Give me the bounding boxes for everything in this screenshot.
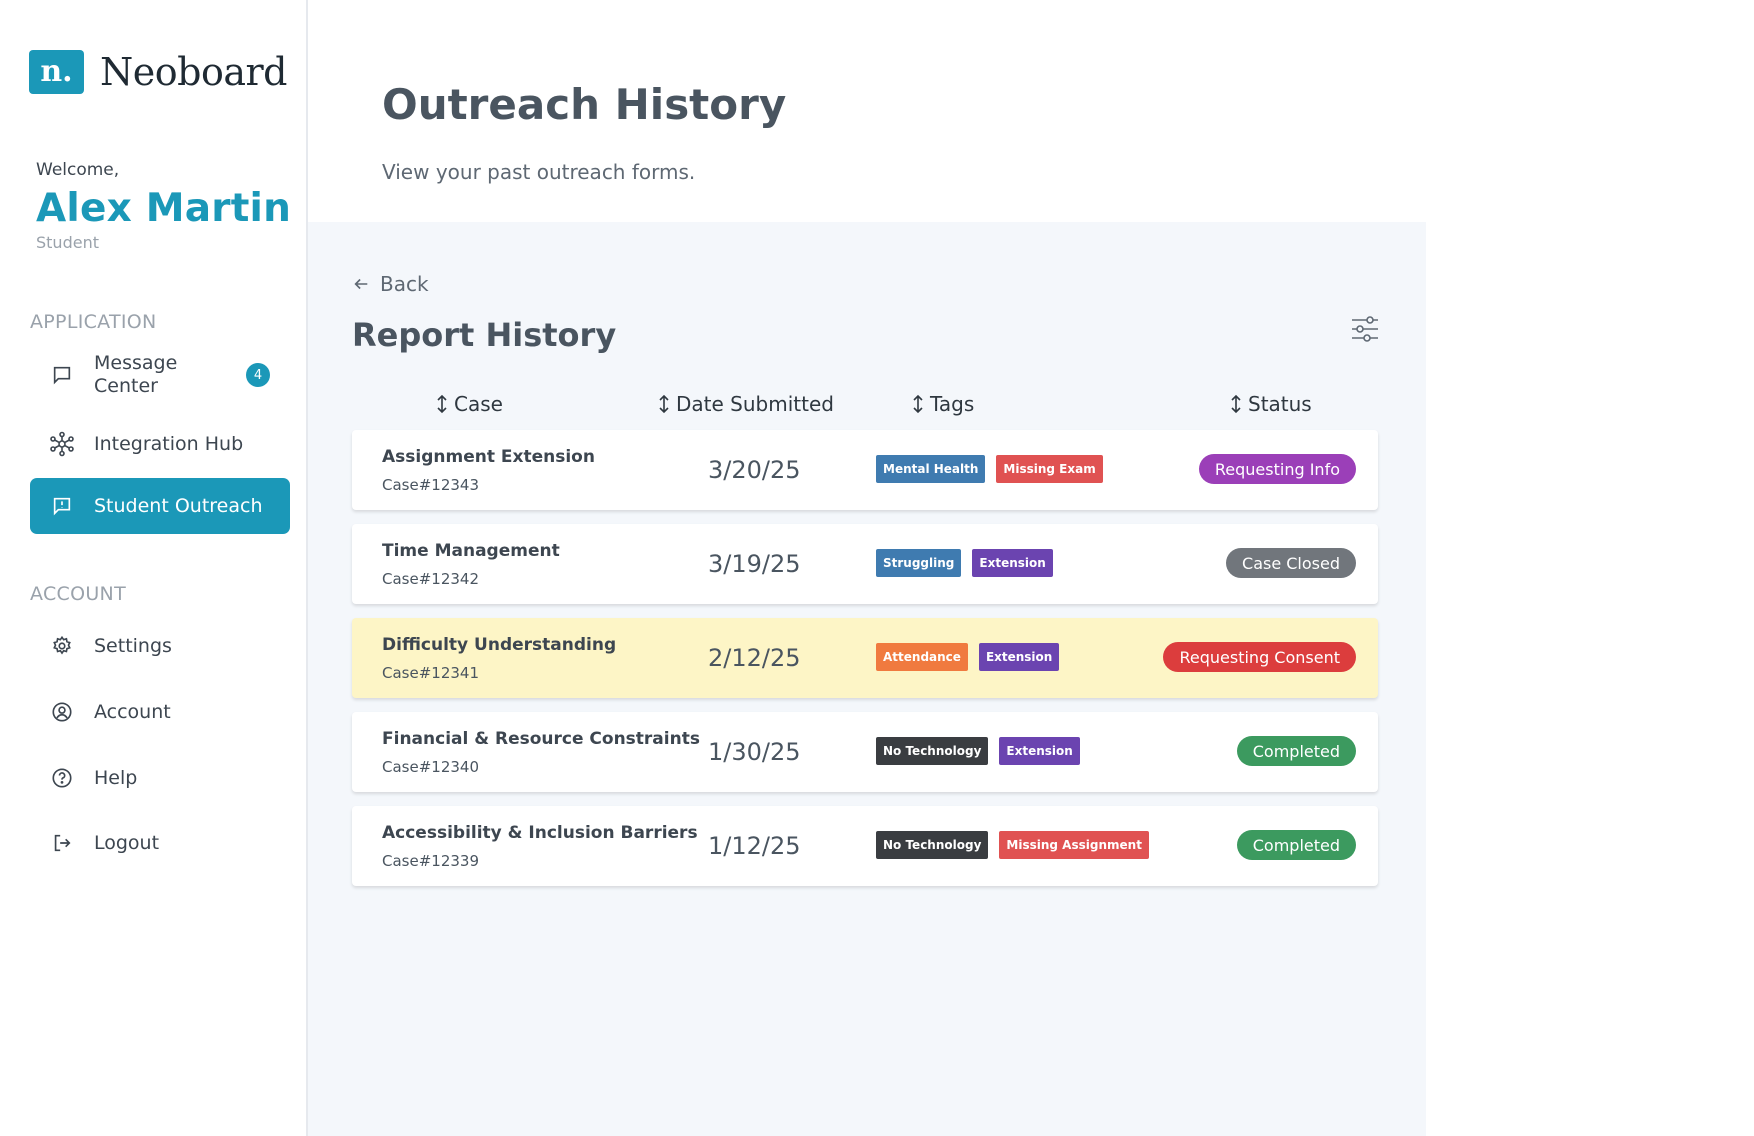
case-id: Case#12339 bbox=[382, 852, 479, 870]
tag-list: Mental Health Missing Exam bbox=[876, 455, 1114, 483]
table-row[interactable]: Time Management Case#12342 3/19/25 Strug… bbox=[352, 524, 1378, 604]
report-icon bbox=[30, 495, 94, 517]
tag-list: No Technology Extension bbox=[876, 737, 1091, 765]
case-id: Case#12342 bbox=[382, 570, 479, 588]
case-title: Financial & Resource Constraints bbox=[382, 729, 700, 749]
sort-icon bbox=[1231, 394, 1241, 414]
page-header: Outreach History View your past outreach… bbox=[308, 0, 1754, 222]
user-name: Alex Martin bbox=[36, 186, 292, 231]
tag-list: Attendance Extension bbox=[876, 643, 1070, 671]
welcome-text: Welcome, bbox=[36, 160, 120, 180]
report-panel: Back Report History Case Date Submitted … bbox=[308, 222, 1426, 1136]
column-header-date[interactable]: Date Submitted bbox=[658, 392, 834, 416]
sidebar-item-student-outreach[interactable]: Student Outreach bbox=[30, 478, 290, 534]
case-title: Assignment Extension bbox=[382, 447, 595, 467]
sidebar-item-label: Logout bbox=[94, 831, 160, 854]
column-header-case[interactable]: Case bbox=[436, 392, 503, 416]
case-id: Case#12341 bbox=[382, 664, 479, 682]
case-id: Case#12343 bbox=[382, 476, 479, 494]
message-count-badge: 4 bbox=[246, 363, 270, 387]
tag: Extension bbox=[978, 643, 1060, 671]
sidebar-item-logout[interactable]: Logout bbox=[30, 823, 290, 863]
column-header-label: Case bbox=[454, 392, 503, 416]
section-label-account: ACCOUNT bbox=[30, 583, 126, 605]
tag: No Technology bbox=[876, 831, 989, 859]
sidebar-item-settings[interactable]: Settings bbox=[30, 626, 290, 666]
tag: Attendance bbox=[876, 643, 968, 671]
column-header-label: Status bbox=[1248, 392, 1312, 416]
sidebar-item-label: Integration Hub bbox=[94, 432, 244, 455]
logo[interactable]: n. Neoboard bbox=[29, 50, 287, 94]
arrow-left-icon bbox=[354, 278, 368, 290]
sort-icon bbox=[437, 394, 447, 414]
case-title: Difficulty Understanding bbox=[382, 635, 617, 655]
tag: Extension bbox=[999, 737, 1080, 765]
table-row[interactable]: Financial & Resource Constraints Case#12… bbox=[352, 712, 1378, 792]
status-badge: Case Closed bbox=[1226, 548, 1356, 578]
sort-icon bbox=[659, 394, 669, 414]
sidebar-item-label: Help bbox=[94, 766, 138, 789]
tag: No Technology bbox=[876, 737, 989, 765]
tag-list: No Technology Missing Assignment bbox=[876, 831, 1160, 859]
sort-icon bbox=[913, 394, 923, 414]
column-header-status[interactable]: Status bbox=[1230, 392, 1312, 416]
column-header-label: Tags bbox=[930, 392, 975, 416]
sidebar-item-account[interactable]: Account bbox=[30, 692, 290, 732]
sidebar-item-help[interactable]: Help bbox=[30, 758, 290, 798]
back-button[interactable]: Back bbox=[352, 272, 429, 296]
date-submitted: 2/12/25 bbox=[708, 644, 801, 672]
logo-text: Neoboard bbox=[100, 50, 287, 94]
tag: Struggling bbox=[876, 549, 962, 577]
sidebar-item-integration-hub[interactable]: Integration Hub bbox=[30, 424, 290, 464]
table-row[interactable]: Accessibility & Inclusion Barriers Case#… bbox=[352, 806, 1378, 886]
sidebar: n. Neoboard Welcome, Alex Martin Student… bbox=[0, 0, 308, 1136]
status-badge: Completed bbox=[1236, 736, 1356, 766]
table-row[interactable]: Difficulty Understanding Case#12341 2/12… bbox=[352, 618, 1378, 698]
column-header-tags[interactable]: Tags bbox=[912, 392, 974, 416]
tag: Mental Health bbox=[876, 455, 986, 483]
user-role: Student bbox=[36, 233, 99, 252]
gear-icon bbox=[30, 635, 94, 657]
sliders-icon bbox=[1352, 316, 1378, 342]
back-label: Back bbox=[380, 272, 429, 296]
chat-icon bbox=[30, 364, 94, 386]
status-badge: Requesting Info bbox=[1198, 454, 1356, 484]
logo-mark: n. bbox=[29, 50, 84, 94]
user-circle-icon bbox=[30, 701, 94, 723]
sidebar-item-label: Student Outreach bbox=[94, 494, 263, 517]
logout-icon bbox=[30, 832, 94, 854]
page-subtitle: View your past outreach forms. bbox=[382, 160, 696, 184]
sidebar-item-label: Message Center bbox=[94, 352, 178, 397]
status-badge: Requesting Consent bbox=[1163, 642, 1356, 672]
date-submitted: 1/12/25 bbox=[708, 832, 801, 860]
column-header-label: Date Submitted bbox=[676, 392, 834, 416]
sidebar-item-message-center[interactable]: Message Center 4 bbox=[30, 350, 290, 400]
section-label-application: APPLICATION bbox=[30, 311, 157, 333]
date-submitted: 3/20/25 bbox=[708, 456, 801, 484]
case-title: Accessibility & Inclusion Barriers bbox=[382, 823, 698, 843]
network-icon bbox=[30, 431, 94, 457]
sidebar-item-label: Account bbox=[94, 700, 171, 723]
status-badge: Completed bbox=[1236, 830, 1356, 860]
tag-list: Struggling Extension bbox=[876, 549, 1064, 577]
help-icon bbox=[30, 767, 94, 789]
filter-button[interactable] bbox=[1348, 312, 1382, 346]
tag: Extension bbox=[972, 549, 1053, 577]
date-submitted: 3/19/25 bbox=[708, 550, 801, 578]
sidebar-item-label: Settings bbox=[94, 634, 172, 657]
page-title: Outreach History bbox=[382, 80, 787, 129]
case-title: Time Management bbox=[382, 541, 560, 561]
table-row[interactable]: Assignment Extension Case#12343 3/20/25 … bbox=[352, 430, 1378, 510]
case-id: Case#12340 bbox=[382, 758, 479, 776]
date-submitted: 1/30/25 bbox=[708, 738, 801, 766]
tag: Missing Exam bbox=[996, 455, 1103, 483]
tag: Missing Assignment bbox=[999, 831, 1149, 859]
report-title: Report History bbox=[352, 316, 617, 354]
